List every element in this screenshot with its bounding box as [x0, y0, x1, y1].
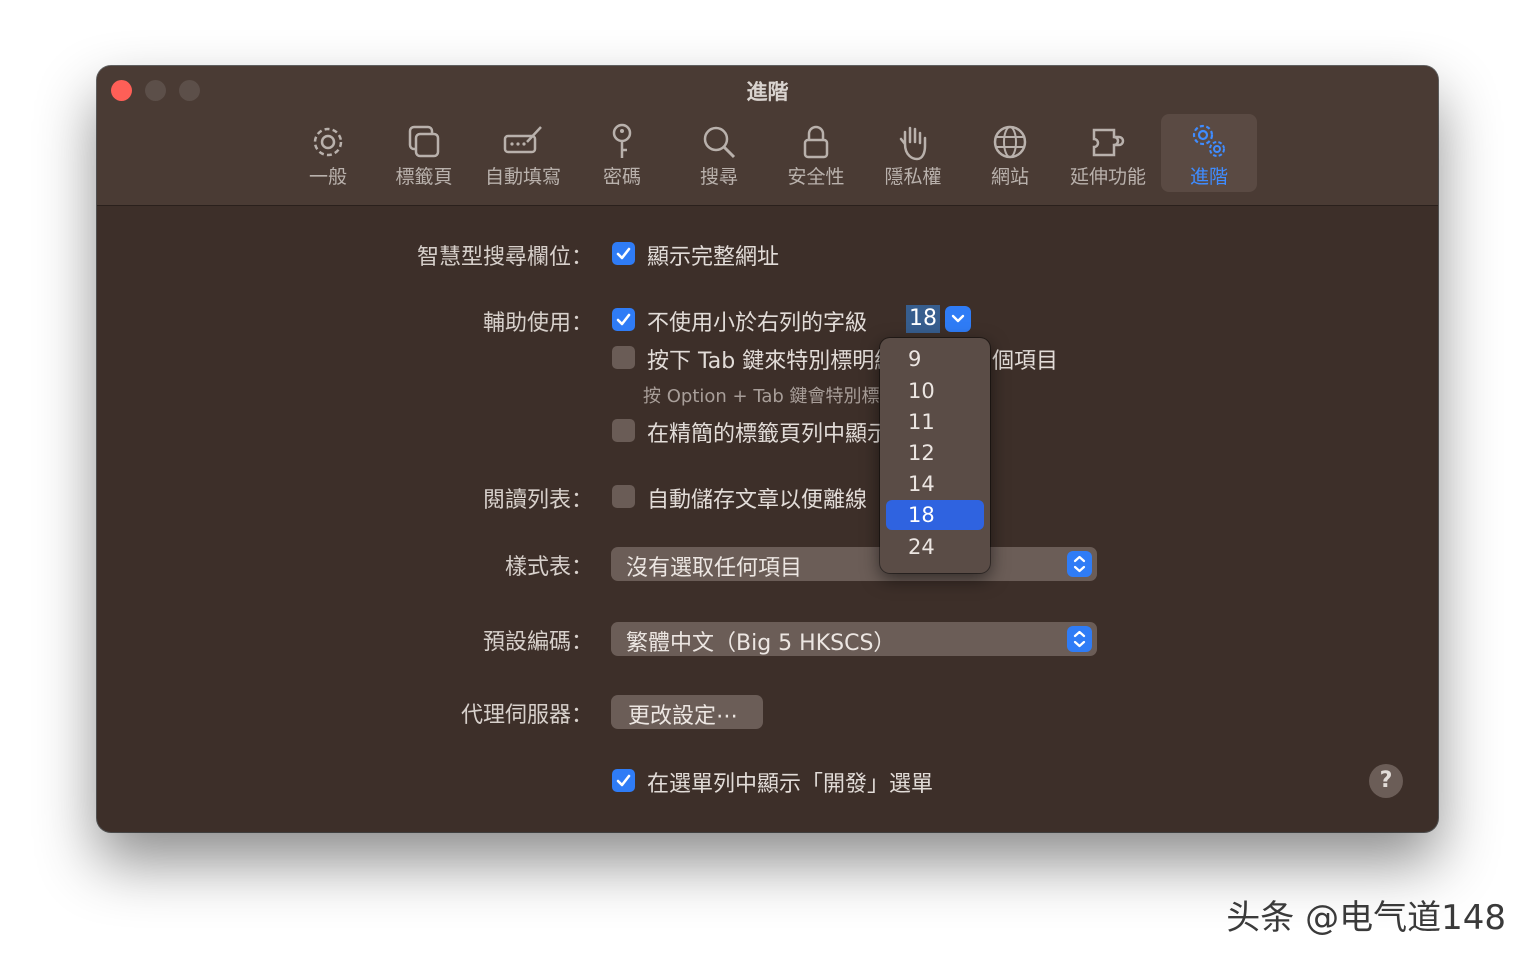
- stylesheet-label: 樣式表：: [504, 555, 593, 580]
- checkmark-icon: [616, 247, 631, 260]
- key-icon: [612, 123, 632, 158]
- font-size-option-label: 9: [908, 347, 922, 371]
- font-size-option-selected[interactable]: 18: [886, 500, 984, 530]
- autofill-icon: [503, 126, 542, 154]
- tab-advanced[interactable]: 進階: [1161, 114, 1257, 192]
- watermark: 头条 @电气道148: [1226, 898, 1506, 938]
- tab-highlight-checkbox[interactable]: [612, 346, 635, 369]
- encoding-select[interactable]: 繁體中文（Big 5 HKSCS）: [611, 622, 1097, 656]
- tab-extensions[interactable]: 延伸功能: [1060, 114, 1156, 192]
- font-size-option-label: 18: [908, 503, 935, 527]
- tab-websites[interactable]: 網站: [962, 114, 1058, 192]
- font-size-option[interactable]: 10: [886, 376, 984, 406]
- puzzle-icon: [1092, 128, 1125, 157]
- font-size-option-label: 12: [908, 441, 935, 465]
- auto-save-checkbox[interactable]: [612, 485, 635, 508]
- help-button[interactable]: ?: [1369, 764, 1403, 798]
- search-icon: [703, 126, 736, 159]
- font-size-option[interactable]: 14: [886, 469, 984, 499]
- font-size-option-label: 11: [908, 410, 935, 434]
- advanced-pane: 智慧型搜尋欄位： 顯示完整網址 輔助使用： 不使用小於右列的字級 按下 Tab …: [97, 206, 1438, 832]
- encoding-label: 預設編碼：: [482, 630, 593, 655]
- chevron-down-icon: [945, 306, 971, 332]
- tab-security-label: 安全性: [787, 166, 845, 188]
- font-size-option[interactable]: 12: [886, 438, 984, 468]
- updown-chevron-icon: [1067, 551, 1092, 577]
- smart-search-label: 智慧型搜尋欄位：: [416, 245, 593, 270]
- lock-icon: [803, 125, 829, 159]
- tab-autofill[interactable]: 自動填寫: [475, 114, 571, 192]
- tab-tabs[interactable]: 標籤頁: [376, 114, 472, 192]
- gears-icon: [1192, 124, 1225, 157]
- auto-save-text: 自動儲存文章以便離線: [647, 488, 868, 513]
- change-settings-label: 更改設定⋯: [628, 704, 739, 729]
- font-size-option-label: 24: [908, 535, 935, 559]
- tab-highlight-text-end: 個項目: [992, 349, 1059, 374]
- checkmark-icon: [616, 313, 631, 326]
- tab-tabs-label: 標籤頁: [395, 166, 453, 188]
- reading-list-label: 閱讀列表：: [482, 488, 593, 513]
- updown-chevron-icon: [1067, 626, 1092, 652]
- tab-search-label: 搜尋: [699, 166, 738, 188]
- min-font-size-value: 18: [906, 305, 940, 333]
- font-size-option[interactable]: 11: [886, 407, 984, 437]
- tab-highlight-text: 按下 Tab 鍵來特別標明網: [647, 349, 897, 374]
- globe-icon: [993, 125, 1027, 159]
- tab-general-label: 一般: [308, 166, 347, 188]
- stylesheet-select[interactable]: 沒有選取任何項目: [611, 547, 1097, 581]
- min-font-checkbox[interactable]: [612, 308, 635, 331]
- checkmark-icon: [616, 774, 631, 787]
- develop-menu-text: 在選單列中顯示「開發」選單: [647, 772, 934, 797]
- tab-passwords[interactable]: 密碼: [574, 114, 670, 192]
- tab-security[interactable]: 安全性: [768, 114, 864, 192]
- show-full-url-text: 顯示完整網址: [647, 245, 780, 270]
- font-size-option[interactable]: 24: [886, 532, 984, 562]
- encoding-value: 繁體中文（Big 5 HKSCS）: [626, 631, 896, 656]
- tab-passwords-label: 密碼: [602, 166, 641, 188]
- font-size-option[interactable]: 9: [886, 344, 984, 374]
- tab-advanced-label: 進階: [1189, 166, 1228, 188]
- show-full-url-checkbox[interactable]: [612, 242, 635, 265]
- develop-menu-checkbox[interactable]: [612, 769, 635, 792]
- font-size-option-label: 14: [908, 472, 935, 496]
- window-title: 進階: [746, 80, 789, 104]
- min-font-text: 不使用小於右列的字級: [647, 311, 868, 336]
- accessibility-label: 輔助使用：: [482, 311, 593, 336]
- proxy-label: 代理伺服器：: [460, 703, 593, 728]
- font-size-menu: 9 10 11 12 14 18 24: [880, 338, 990, 573]
- preferences-window: 進階 一般 標籤頁 自動填寫 密碼 搜尋 安全性 隱私權 網站 延伸功能 進階 …: [97, 66, 1438, 832]
- tab-privacy[interactable]: 隱私權: [865, 114, 961, 192]
- tab-general[interactable]: 一般: [280, 114, 376, 192]
- titlebar: 進階 一般 標籤頁 自動填寫 密碼 搜尋 安全性 隱私權 網站 延伸功能 進階: [97, 66, 1438, 206]
- tab-autofill-label: 自動填寫: [484, 166, 561, 188]
- change-settings-button[interactable]: 更改設定⋯: [611, 695, 763, 729]
- tab-extensions-label: 延伸功能: [1069, 166, 1146, 188]
- tab-search[interactable]: 搜尋: [671, 114, 767, 192]
- tabs-icon: [408, 125, 440, 158]
- compact-tabs-text: 在精簡的標籤頁列中顯示: [647, 422, 890, 447]
- compact-tabs-checkbox[interactable]: [612, 419, 635, 442]
- tab-highlight-hint: 按 Option + Tab 鍵會特別標: [643, 386, 880, 407]
- min-font-size-select[interactable]: 18: [902, 303, 972, 335]
- gear-icon: [313, 127, 343, 157]
- tab-privacy-label: 隱私權: [884, 166, 942, 188]
- font-size-option-label: 10: [908, 379, 935, 403]
- hand-icon: [899, 126, 927, 161]
- stylesheet-value: 沒有選取任何項目: [626, 556, 803, 581]
- tab-websites-label: 網站: [990, 166, 1029, 188]
